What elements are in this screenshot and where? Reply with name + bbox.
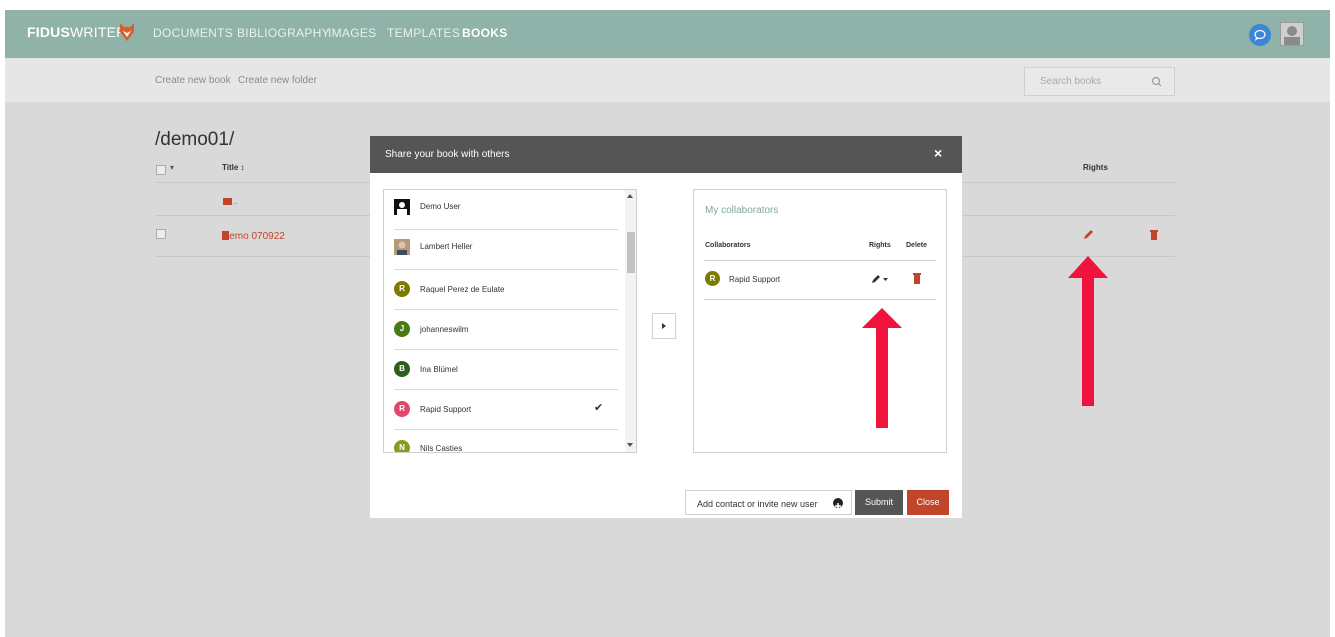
rights-column-header: Rights xyxy=(869,242,891,249)
fox-logo-icon xyxy=(120,23,134,41)
select-all-checkbox[interactable] xyxy=(156,165,166,175)
collaborators-column-header: Collaborators xyxy=(705,242,751,249)
contact-avatar: B xyxy=(394,361,410,377)
annotation-arrow-icon xyxy=(862,308,902,428)
collaborators-header-divider xyxy=(704,260,936,261)
contacts-list[interactable]: Demo User Lambert Heller R Raquel Perez … xyxy=(383,189,637,453)
trash-icon[interactable] xyxy=(913,273,921,284)
default-user-icon xyxy=(394,199,410,215)
search-icon[interactable] xyxy=(1150,75,1164,89)
nav-documents[interactable]: DOCUMENTS xyxy=(153,26,233,40)
contact-photo xyxy=(394,239,410,255)
collaborator-row-divider xyxy=(704,299,936,300)
contact-name: johanneswilm xyxy=(420,325,469,334)
contact-avatar: N xyxy=(394,440,410,452)
app-frame: FIDUSWRITER DOCUMENTS BIBLIOGRAPHY IMAGE… xyxy=(5,10,1330,637)
title-column-header[interactable]: Title ↕ xyxy=(222,163,245,172)
nav-books[interactable]: BOOKS xyxy=(462,26,508,40)
book-title-text: Demo 070922 xyxy=(222,231,285,242)
checkmark-icon: ✔ xyxy=(594,402,604,414)
annotation-arrow-icon xyxy=(1068,256,1108,406)
contact-name: Lambert Heller xyxy=(420,242,473,251)
contact-item[interactable]: Lambert Heller xyxy=(384,230,624,270)
parent-folder-icon[interactable] xyxy=(223,198,232,205)
select-dropdown-icon[interactable]: ▾ xyxy=(170,163,174,172)
collaborator-avatar: R xyxy=(705,271,720,286)
contact-avatar: R xyxy=(394,281,410,297)
scroll-thumb[interactable] xyxy=(627,232,635,273)
nav-templates[interactable]: TEMPLATES xyxy=(387,26,460,40)
folder-path-title: /demo01/ xyxy=(155,129,235,150)
add-to-collaborators-button[interactable] xyxy=(652,313,676,339)
search-books-input[interactable]: Search books xyxy=(1024,67,1175,96)
contact-item[interactable]: R Raquel Perez de Eulate xyxy=(384,270,624,310)
user-avatar-icon[interactable] xyxy=(1280,22,1304,46)
collaborators-title: My collaborators xyxy=(705,205,779,216)
create-new-book-link[interactable]: Create new book xyxy=(155,75,231,86)
collaborator-name: Rapid Support xyxy=(729,275,781,284)
rights-column-header: Rights xyxy=(1083,163,1108,172)
contact-name: Nils Casties xyxy=(420,444,463,453)
scroll-up-icon[interactable] xyxy=(627,194,633,198)
contact-item[interactable]: B Ina Blümel xyxy=(384,350,624,390)
edit-rights-icon[interactable] xyxy=(1082,229,1094,241)
delete-book-icon[interactable] xyxy=(1149,229,1159,241)
book-icon xyxy=(222,231,229,240)
dialog-header: Share your book with others × xyxy=(370,136,962,173)
create-new-folder-link[interactable]: Create new folder xyxy=(238,75,317,86)
top-navigation: FIDUSWRITER DOCUMENTS BIBLIOGRAPHY IMAGE… xyxy=(5,10,1330,58)
contact-name: Rapid Support xyxy=(420,405,472,414)
collaborators-panel: My collaborators Collaborators Rights De… xyxy=(693,189,947,453)
nav-bibliography[interactable]: BIBLIOGRAPHY xyxy=(237,26,330,40)
contact-item-selected[interactable]: R Rapid Support ✔ xyxy=(384,390,624,430)
plus-circle-icon xyxy=(833,498,843,509)
contacts-scrollbar[interactable] xyxy=(625,190,636,452)
contact-item[interactable]: Demo User xyxy=(384,190,624,230)
books-toolbar: Create new book Create new folder Search… xyxy=(5,58,1330,102)
app-logo[interactable]: FIDUSWRITER xyxy=(27,24,126,40)
submit-button[interactable]: Submit xyxy=(855,490,903,515)
add-contact-label: Add contact or invite new user xyxy=(697,499,818,509)
contact-item[interactable]: N Nils Casties xyxy=(384,430,624,453)
chat-icon[interactable] xyxy=(1249,24,1271,46)
book-title-link[interactable]: Demo 070922 xyxy=(222,231,285,242)
delete-column-header: Delete xyxy=(906,242,928,249)
contact-name: Ina Blümel xyxy=(420,365,458,374)
caret-right-icon xyxy=(662,323,666,329)
contact-avatar: R xyxy=(394,401,410,417)
scroll-down-icon[interactable] xyxy=(627,443,633,447)
search-placeholder: Search books xyxy=(1040,76,1102,87)
parent-folder-link[interactable]: .. xyxy=(233,197,237,206)
nav-images[interactable]: IMAGES xyxy=(328,26,376,40)
close-icon[interactable]: × xyxy=(934,145,942,161)
contact-name: Raquel Perez de Eulate xyxy=(420,285,505,294)
dialog-title: Share your book with others xyxy=(385,149,510,160)
add-contact-button[interactable]: Add contact or invite new user xyxy=(685,490,852,515)
book-row-checkbox[interactable] xyxy=(156,229,166,239)
close-button[interactable]: Close xyxy=(907,490,949,515)
contact-item[interactable]: J johanneswilm xyxy=(384,310,624,350)
contact-avatar: J xyxy=(394,321,410,337)
contact-name: Demo User xyxy=(420,202,461,211)
pencil-icon[interactable] xyxy=(871,274,889,284)
